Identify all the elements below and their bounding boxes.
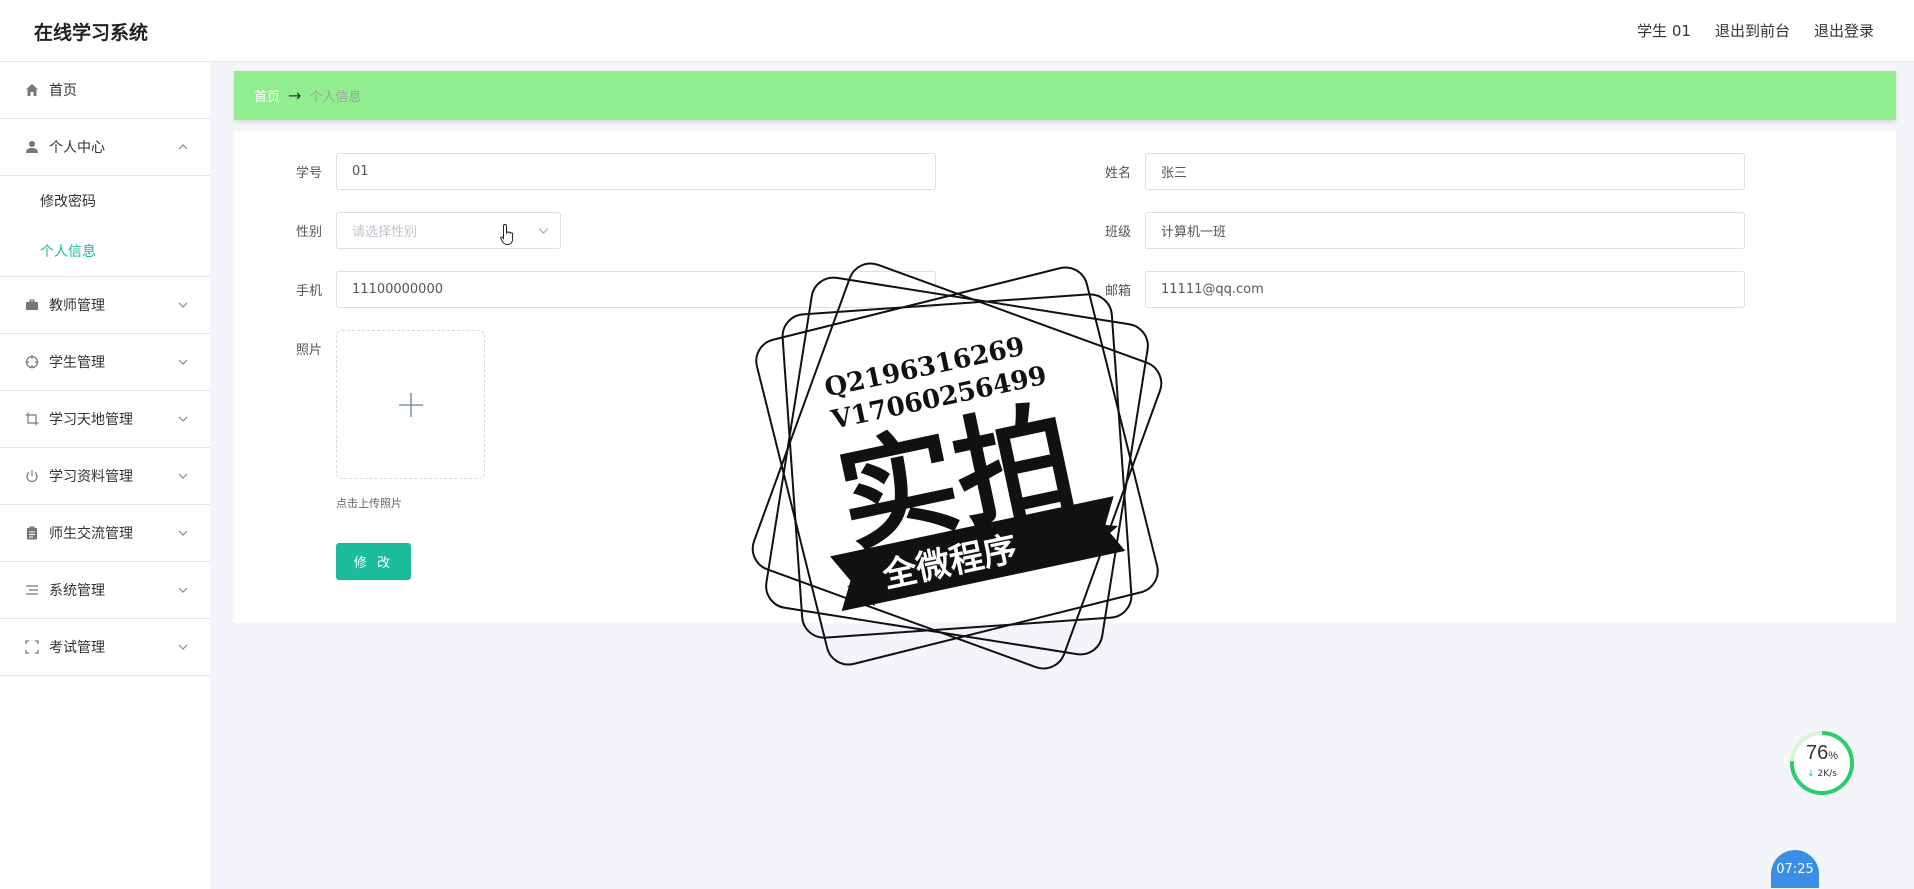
network-speed-widget[interactable]: 76% ↓ 2K/s xyxy=(1788,729,1856,797)
sidebar-item-label: 考试管理 xyxy=(49,640,105,656)
list-icon xyxy=(24,582,40,598)
network-speed: 2K/s xyxy=(1817,769,1837,779)
sidebar-item-label: 系统管理 xyxy=(49,583,105,599)
sidebar-item-teacher-management[interactable]: 教师管理 xyxy=(0,277,210,334)
clock-widget[interactable]: 07:25 xyxy=(1771,850,1819,888)
sidebar-item-label: 学习资料管理 xyxy=(49,469,133,485)
sidebar-item-home[interactable]: 首页 xyxy=(0,62,210,119)
phone-label: 手机 xyxy=(296,284,323,299)
download-arrow-icon: ↓ xyxy=(1807,769,1815,779)
network-percent: 76 xyxy=(1805,742,1829,764)
submit-update-button[interactable]: 修 改 xyxy=(336,543,411,580)
top-header: 在线学习系统 学生 01 退出到前台 退出登录 xyxy=(0,0,1914,62)
student-no-field[interactable]: 01 xyxy=(336,153,936,190)
chevron-up-icon xyxy=(176,140,190,154)
photo-label: 照片 xyxy=(296,343,323,358)
hand-cursor-icon xyxy=(500,223,514,245)
upload-tip: 点击上传照片 xyxy=(336,497,402,510)
clipboard-icon xyxy=(24,525,40,541)
sidebar-menu: 首页 个人中心 修改密码 个人信息 教师管理 学生管理 学习天地管理 学习资料管… xyxy=(0,62,210,889)
back-to-front-link[interactable]: 退出到前台 xyxy=(1715,20,1790,41)
sidebar-item-personal-center[interactable]: 个人中心 xyxy=(0,119,210,176)
watermark-stamp: Q2196316269 V17060256499 实拍 全微程序 xyxy=(751,262,1163,670)
gender-select[interactable]: 请选择性别 xyxy=(336,212,561,249)
sidebar-item-label: 首页 xyxy=(49,83,77,99)
chevron-down-icon xyxy=(537,224,550,237)
class-field[interactable]: 计算机一班 xyxy=(1145,212,1745,249)
sidebar-item-personal-info[interactable]: 个人信息 xyxy=(0,226,210,276)
user-icon xyxy=(24,139,40,155)
sidebar-item-change-password[interactable]: 修改密码 xyxy=(0,176,210,226)
current-user-name[interactable]: 学生 01 xyxy=(1637,20,1691,41)
gender-select-placeholder: 请选择性别 xyxy=(352,225,418,240)
home-icon xyxy=(24,82,40,98)
chevron-down-icon xyxy=(176,355,190,369)
chevron-down-icon xyxy=(176,583,190,597)
email-field[interactable]: 11111@qq.com xyxy=(1145,271,1745,308)
student-no-label: 学号 xyxy=(296,166,323,181)
sidebar-item-study-world-management[interactable]: 学习天地管理 xyxy=(0,391,210,448)
personal-center-submenu: 修改密码 个人信息 xyxy=(0,176,210,277)
chevron-down-icon xyxy=(176,412,190,426)
breadcrumb: 首页 → 个人信息 xyxy=(234,71,1896,120)
percent-sign: % xyxy=(1828,750,1839,762)
sidebar-item-student-management[interactable]: 学生管理 xyxy=(0,334,210,391)
photo-upload-box[interactable] xyxy=(336,330,485,479)
power-icon xyxy=(24,468,40,484)
breadcrumb-arrow-icon: → xyxy=(288,86,302,105)
class-label: 班级 xyxy=(1105,225,1132,240)
gender-label: 性别 xyxy=(296,225,323,240)
app-title: 在线学习系统 xyxy=(34,22,149,44)
sidebar-item-exam-management[interactable]: 考试管理 xyxy=(0,619,210,676)
sidebar-item-label: 个人中心 xyxy=(49,140,105,156)
crosshair-icon xyxy=(24,354,40,370)
chevron-down-icon xyxy=(176,469,190,483)
name-label: 姓名 xyxy=(1105,166,1132,181)
sidebar-item-label: 师生交流管理 xyxy=(49,526,133,542)
breadcrumb-current: 个人信息 xyxy=(309,90,362,105)
scan-icon xyxy=(24,639,40,655)
sidebar-item-label: 教师管理 xyxy=(49,298,105,314)
chevron-down-icon xyxy=(176,526,190,540)
chevron-down-icon xyxy=(176,298,190,312)
chevron-down-icon xyxy=(176,640,190,654)
breadcrumb-home-link[interactable]: 首页 xyxy=(254,86,280,105)
sidebar-item-label: 学生管理 xyxy=(49,355,105,371)
header-user-actions: 学生 01 退出到前台 退出登录 xyxy=(1637,20,1874,41)
sidebar-item-system-management[interactable]: 系统管理 xyxy=(0,562,210,619)
logout-link[interactable]: 退出登录 xyxy=(1814,20,1874,41)
sidebar-item-study-material-management[interactable]: 学习资料管理 xyxy=(0,448,210,505)
crop-icon xyxy=(24,411,40,427)
sidebar-item-label: 学习天地管理 xyxy=(49,412,133,428)
name-field[interactable]: 张三 xyxy=(1145,153,1745,190)
plus-icon xyxy=(399,393,423,417)
sidebar-item-teacher-student-exchange[interactable]: 师生交流管理 xyxy=(0,505,210,562)
briefcase-icon xyxy=(24,297,40,313)
